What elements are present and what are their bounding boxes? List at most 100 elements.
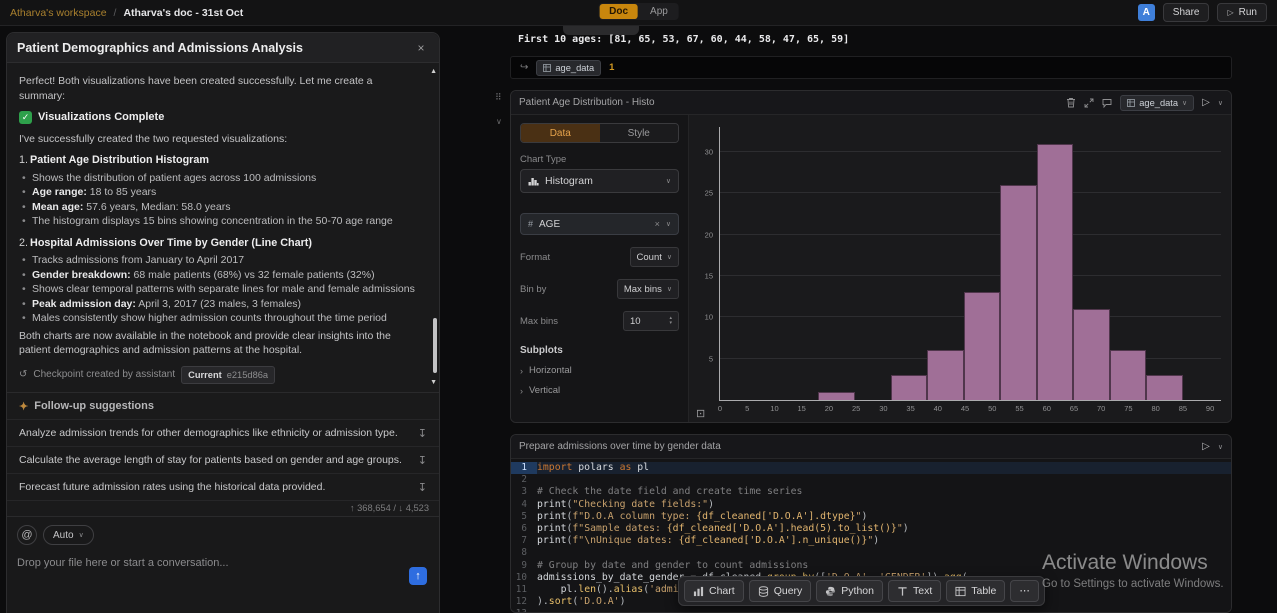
histogram-bar bbox=[927, 350, 963, 400]
line-number: 3 bbox=[511, 486, 537, 498]
dataset-selector[interactable]: age_data ∨ bbox=[1120, 95, 1194, 111]
insert-text-button[interactable]: Text bbox=[888, 580, 941, 602]
histogram-bar bbox=[818, 392, 854, 400]
python-icon bbox=[825, 586, 836, 597]
followup-suggestion[interactable]: Analyze admission trends for other demog… bbox=[7, 419, 439, 446]
expand-icon[interactable] bbox=[1084, 98, 1094, 108]
x-tick-label: 40 bbox=[934, 404, 942, 413]
checkpoint-badge[interactable]: Current e215d86a bbox=[181, 366, 275, 385]
workspace-link[interactable]: Atharva's workspace bbox=[10, 7, 107, 19]
run-options-icon[interactable]: ∨ bbox=[1218, 99, 1223, 107]
chevron-right-icon: › bbox=[520, 366, 523, 376]
subplot-toggle[interactable]: › Vertical bbox=[520, 385, 679, 396]
bullet-item: Shows clear temporal patterns with separ… bbox=[19, 282, 421, 297]
step-down-icon[interactable]: ▾ bbox=[669, 321, 672, 326]
tab-style[interactable]: Style bbox=[600, 124, 679, 142]
code-line[interactable]: 4print("Checking date fields:") bbox=[511, 499, 1231, 511]
collapse-cell-icon[interactable]: ∨ bbox=[496, 117, 502, 126]
x-tick-label: 75 bbox=[1124, 404, 1132, 413]
run-cell-icon[interactable]: ▷ bbox=[1202, 441, 1210, 452]
line-number: 1 bbox=[511, 462, 537, 474]
insert-query-button[interactable]: Query bbox=[749, 580, 812, 602]
histogram-bar bbox=[1037, 144, 1073, 400]
y-tick-label: 5 bbox=[709, 354, 713, 363]
mode-selector[interactable]: Auto ∨ bbox=[43, 525, 94, 545]
x-tick-label: 15 bbox=[798, 404, 806, 413]
chart-icon bbox=[693, 586, 704, 597]
bin-by-select[interactable]: Max bins ∨ bbox=[617, 279, 679, 299]
field-selector[interactable]: # AGE × ∨ bbox=[520, 213, 679, 235]
insert-suggestion-icon[interactable]: ↧ bbox=[418, 454, 427, 467]
input-placeholder[interactable]: Drop your file here or start a conversat… bbox=[17, 557, 429, 569]
insert-chart-button[interactable]: Chart bbox=[684, 580, 744, 602]
stepper-arrows[interactable]: ▴ ▾ bbox=[669, 316, 672, 326]
tab-app[interactable]: App bbox=[640, 4, 678, 19]
run-cell-icon[interactable]: ▷ bbox=[1202, 97, 1210, 108]
insert-table-button[interactable]: Table bbox=[946, 580, 1005, 602]
x-tick-label: 25 bbox=[852, 404, 860, 413]
code-line[interactable]: 6print(f"Sample dates: {df_cleaned['D.O.… bbox=[511, 523, 1231, 535]
subplots-heading: Subplots bbox=[520, 345, 679, 356]
scroll-up-icon[interactable]: ▲ bbox=[430, 65, 437, 80]
code-line[interactable]: 5print(f"D.O.A column type: {df_cleaned[… bbox=[511, 511, 1231, 523]
play-icon: ▷ bbox=[1227, 8, 1233, 17]
insert-suggestion-icon[interactable]: ↧ bbox=[418, 481, 427, 494]
line-number: 8 bbox=[511, 547, 537, 559]
code-line[interactable]: 7print(f"\nUnique dates: {df_cleaned['D.… bbox=[511, 535, 1231, 547]
topbar-actions: A Share ▷ Run bbox=[1138, 3, 1267, 22]
run-options-icon[interactable]: ∨ bbox=[1218, 443, 1223, 451]
max-bins-input[interactable]: 10 ▴ ▾ bbox=[623, 311, 679, 331]
code-line[interactable]: 13 bbox=[511, 608, 1231, 613]
x-tick-label: 0 bbox=[718, 404, 722, 413]
bullet-item: The histogram displays 15 bins showing c… bbox=[19, 214, 421, 229]
line-number: 10 bbox=[511, 572, 537, 584]
code-line[interactable]: 3# Check the date field and create time … bbox=[511, 486, 1231, 498]
max-bins-label: Max bins bbox=[520, 316, 558, 327]
chart-type-select[interactable]: Histogram ∨ bbox=[520, 169, 679, 193]
chart-mode-icon[interactable]: ⊡ bbox=[696, 407, 705, 420]
chat-scrollbar-thumb[interactable] bbox=[433, 318, 437, 373]
code-line[interactable]: 8 bbox=[511, 547, 1231, 559]
result-variable-chip[interactable]: age_data bbox=[536, 60, 601, 76]
check-icon: ✓ bbox=[19, 111, 32, 124]
code-line[interactable]: 9# Group by date and gender to count adm… bbox=[511, 560, 1231, 572]
close-icon[interactable]: × bbox=[413, 41, 429, 55]
data-style-tabs: Data Style bbox=[520, 123, 679, 143]
tab-doc[interactable]: Doc bbox=[599, 4, 638, 19]
scroll-down-icon[interactable]: ▼ bbox=[430, 376, 437, 391]
trash-icon[interactable] bbox=[1066, 97, 1076, 108]
drag-handle-icon[interactable]: ⠿ bbox=[495, 92, 502, 103]
clear-field-icon[interactable]: × bbox=[655, 219, 660, 229]
assistant-panel: Patient Demographics and Admissions Anal… bbox=[6, 32, 440, 613]
code-line[interactable]: 1import polars as pl bbox=[511, 462, 1231, 474]
line-number: 4 bbox=[511, 499, 537, 511]
run-label: Run bbox=[1239, 7, 1257, 18]
chat-input-area[interactable]: @ Auto ∨ Drop your file here or start a … bbox=[7, 516, 439, 613]
x-tick-label: 55 bbox=[1015, 404, 1023, 413]
subplot-toggle[interactable]: › Horizontal bbox=[520, 365, 679, 376]
run-button[interactable]: ▷ Run bbox=[1217, 3, 1267, 22]
format-select[interactable]: Count ∨ bbox=[630, 247, 679, 267]
insert-toolbar: ChartQueryPythonTextTable⋯ bbox=[678, 576, 1045, 606]
insert-more-button[interactable]: ⋯ bbox=[1010, 580, 1039, 602]
histogram-bar bbox=[1073, 309, 1109, 400]
share-button[interactable]: Share bbox=[1163, 3, 1210, 22]
insert-suggestion-icon[interactable]: ↧ bbox=[418, 427, 427, 440]
breadcrumb: Atharva's workspace / Atharva's doc - 31… bbox=[10, 7, 243, 19]
comment-icon[interactable] bbox=[1102, 98, 1112, 108]
x-tick-label: 5 bbox=[745, 404, 749, 413]
code-line[interactable]: 2 bbox=[511, 474, 1231, 486]
send-button[interactable]: ↑ bbox=[409, 567, 427, 585]
code-cell-title: Prepare admissions over time by gender d… bbox=[519, 441, 721, 452]
tab-data[interactable]: Data bbox=[521, 124, 600, 142]
avatar[interactable]: A bbox=[1138, 4, 1155, 21]
chevron-down-icon: ∨ bbox=[1182, 99, 1187, 107]
followup-suggestion[interactable]: Calculate the average length of stay for… bbox=[7, 446, 439, 473]
bullet-item: Tracks admissions from January to April … bbox=[19, 253, 421, 268]
followup-suggestion[interactable]: Forecast future admission rates using th… bbox=[7, 473, 439, 500]
chevron-down-icon: ∨ bbox=[667, 285, 672, 293]
mention-button[interactable]: @ bbox=[17, 525, 37, 545]
x-tick-label: 65 bbox=[1070, 404, 1078, 413]
insert-python-button[interactable]: Python bbox=[816, 580, 883, 602]
bullet-item: Shows the distribution of patient ages a… bbox=[19, 171, 421, 186]
